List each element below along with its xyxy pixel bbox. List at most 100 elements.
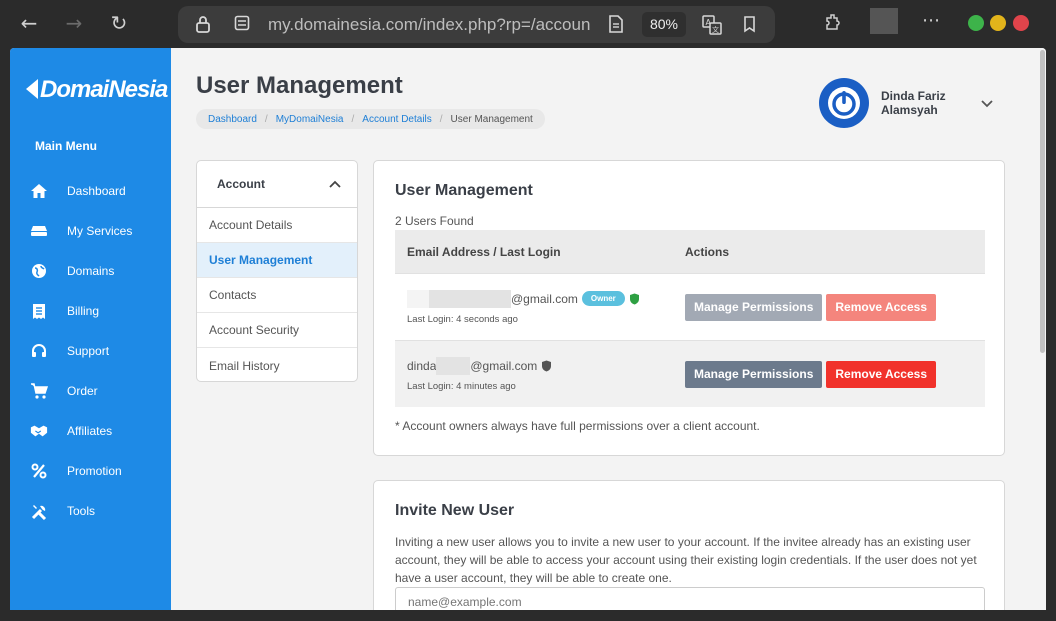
table-row: dinda @gmail.com Last Login: 4 minutes a… (395, 340, 985, 407)
email-domain: @gmail.com (511, 291, 578, 306)
close-button[interactable] (1013, 15, 1029, 31)
owner-badge: Owner (581, 291, 625, 306)
minimize-button[interactable] (968, 15, 984, 31)
user-menu[interactable]: Dinda Fariz Alamsyah (819, 78, 993, 128)
brand-name: DomaiNesia (40, 76, 168, 103)
sidebar-item-label: Promotion (67, 464, 122, 478)
account-nav-account-details[interactable]: Account Details (197, 208, 357, 243)
email-cell: dinda @gmail.com Last Login: 4 minutes a… (395, 356, 685, 392)
sidebar-item-label: Domains (67, 264, 115, 278)
profile-square[interactable] (870, 8, 898, 34)
translate-icon[interactable]: A文 (702, 15, 722, 35)
sidebar-item-label: My Services (67, 224, 133, 238)
account-nav-panel: Account Account Details User Management … (196, 160, 358, 382)
invoice-icon (30, 302, 48, 320)
account-nav-account-security[interactable]: Account Security (197, 313, 357, 348)
svg-text:文: 文 (712, 25, 719, 34)
extensions-icon[interactable] (824, 12, 844, 37)
reader-icon[interactable] (606, 15, 626, 35)
account-nav-email-history[interactable]: Email History (197, 348, 357, 381)
globe-icon (30, 262, 48, 280)
sidebar-item-label: Support (67, 344, 110, 358)
avatar[interactable] (819, 78, 869, 128)
logo-mark-icon (26, 79, 38, 99)
email-cell: @gmail.com Owner Last Login: 4 seconds a… (395, 289, 685, 325)
more-icon[interactable]: ⋯ (922, 10, 940, 31)
percent-icon (30, 462, 48, 480)
actions-cell: Manage Permissions Remove Access (685, 293, 937, 321)
sidebar-item-order[interactable]: Order (10, 374, 171, 408)
email-prefix: dinda (407, 358, 437, 373)
server-icon (30, 222, 48, 240)
sidebar-item-dashboard[interactable]: Dashboard (10, 174, 171, 208)
last-login: Last Login: 4 seconds ago (407, 313, 518, 325)
breadcrumb-separator: / (351, 113, 355, 125)
maximize-button[interactable] (990, 15, 1006, 31)
remove-access-button[interactable]: Remove Access (826, 360, 937, 388)
sidebar-item-domains[interactable]: Domains (10, 254, 171, 288)
headset-icon (30, 342, 48, 360)
invite-description: Inviting a new user allows you to invite… (395, 535, 977, 585)
invite-email-input[interactable] (395, 587, 985, 610)
last-login: Last Login: 4 minutes ago (407, 380, 516, 392)
actions-cell: Manage Permissions Remove Access (685, 360, 937, 388)
home-icon (30, 182, 48, 200)
redacted-email (436, 356, 471, 375)
manage-permissions-button[interactable]: Manage Permissions (685, 360, 823, 388)
back-icon[interactable]: ← (17, 11, 41, 35)
sidebar-item-label: Affiliates (67, 424, 113, 438)
sidebar-item-label: Billing (67, 304, 100, 318)
table-row: @gmail.com Owner Last Login: 4 seconds a… (395, 273, 985, 340)
breadcrumb-current: User Management (450, 113, 533, 125)
chevron-down-icon[interactable] (981, 95, 993, 111)
tools-icon (30, 502, 48, 520)
account-nav-user-management[interactable]: User Management (197, 243, 357, 278)
sidebar-item-support[interactable]: Support (10, 334, 171, 368)
breadcrumb-link[interactable]: Dashboard (208, 114, 257, 125)
scrollbar-thumb[interactable] (1040, 50, 1045, 353)
web-page: DomaiNesia Main Menu Dashboard My Servic… (10, 48, 1046, 610)
main-menu-title: Main Menu (35, 139, 97, 153)
address-bar[interactable]: my.domainesia.com/index.php?rp=/accoun 8… (178, 6, 775, 43)
breadcrumb: Dashboard / MyDomaiNesia / Account Detai… (196, 109, 545, 129)
card-title: User Management (395, 182, 533, 199)
forward-icon[interactable]: → (62, 11, 86, 35)
chevron-up-icon[interactable] (329, 175, 341, 193)
remove-access-button[interactable]: Remove Access (826, 293, 937, 321)
sidebar-item-promotion[interactable]: Promotion (10, 454, 171, 488)
bookmark-icon[interactable] (740, 15, 760, 35)
breadcrumb-separator: / (439, 113, 443, 125)
table-header: Email Address / Last Login Actions (395, 230, 985, 273)
manage-permissions-button[interactable]: Manage Permissions (685, 293, 823, 321)
sidebar-item-billing[interactable]: Billing (10, 294, 171, 328)
shield-icon (541, 360, 552, 372)
page-title: User Management (196, 72, 403, 99)
reload-icon[interactable]: ↻ (107, 11, 131, 35)
sidebar-item-affiliates[interactable]: Affiliates (10, 414, 171, 448)
shield-icon (629, 293, 640, 305)
account-nav-title: Account (217, 177, 265, 191)
main-content: User Management Dashboard / MyDomaiNesia… (171, 48, 1036, 610)
sidebar-item-tools[interactable]: Tools (10, 494, 171, 528)
email-domain: @gmail.com (470, 358, 538, 373)
zoom-level[interactable]: 80% (642, 12, 686, 37)
user-name[interactable]: Dinda Fariz Alamsyah (881, 89, 971, 117)
breadcrumb-link[interactable]: MyDomaiNesia (276, 114, 344, 125)
breadcrumb-link[interactable]: Account Details (362, 114, 431, 125)
sidebar-item-label: Tools (67, 504, 96, 518)
owner-permissions-note: * Account owners always have full permis… (395, 419, 760, 433)
sidebar-item-my-services[interactable]: My Services (10, 214, 171, 248)
page-scrollbar[interactable] (1039, 48, 1046, 610)
account-nav-header[interactable]: Account (197, 161, 357, 208)
site-settings-icon[interactable] (232, 15, 252, 35)
url-text[interactable]: my.domainesia.com/index.php?rp=/accoun (268, 15, 596, 35)
lock-icon[interactable] (193, 15, 213, 35)
sidebar-item-label: Order (67, 384, 98, 398)
sidebar: DomaiNesia Main Menu Dashboard My Servic… (10, 48, 171, 610)
column-header-email: Email Address / Last Login (407, 244, 561, 259)
card-title: Invite New User (395, 502, 515, 519)
users-found-count: 2 Users Found (395, 214, 474, 228)
account-nav-contacts[interactable]: Contacts (197, 278, 357, 313)
user-management-card: User Management 2 Users Found Email Addr… (373, 160, 1005, 456)
brand-logo[interactable]: DomaiNesia (26, 76, 168, 104)
